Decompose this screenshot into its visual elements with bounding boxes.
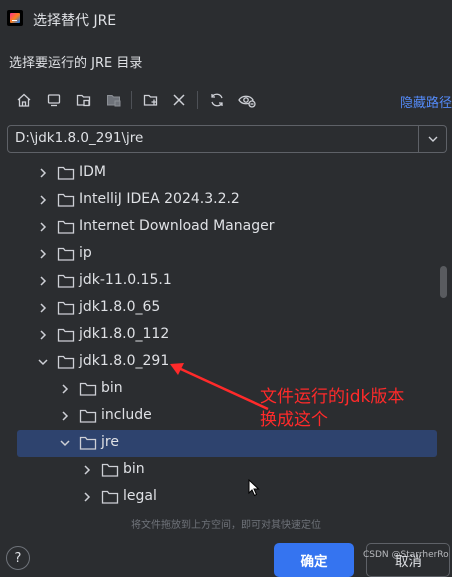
folder-icon — [57, 354, 75, 370]
path-input[interactable] — [15, 130, 405, 146]
annotation-arrow — [170, 363, 269, 411]
hide-path-link[interactable]: 隐藏路径 — [400, 92, 452, 111]
tree-row[interactable]: jre — [17, 430, 437, 457]
annotation-text: 文件运行的jdk版本 换成这个 — [260, 386, 452, 432]
folder-icon — [57, 246, 75, 262]
folder-icon — [101, 489, 119, 505]
annotation-line-2: 换成这个 — [260, 410, 328, 430]
folder-icon — [79, 408, 97, 424]
folder-icon — [57, 300, 75, 316]
folder-icon — [57, 192, 75, 208]
tree-row-label: IntelliJ IDEA 2024.3.2.2 — [79, 191, 240, 207]
tree-row-label: jdk1.8.0_112 — [79, 326, 170, 342]
project-icon[interactable] — [73, 89, 95, 111]
toolbar-separator — [131, 91, 132, 109]
folder-icon — [57, 273, 75, 289]
tree-row[interactable]: IntelliJ IDEA 2024.3.2.2 — [17, 187, 437, 214]
watermark: CSDN @StarrherRo — [363, 550, 449, 560]
toolbar: 隐藏路径 — [0, 86, 452, 114]
tree-row-label: legal — [123, 488, 157, 504]
home-icon[interactable] — [13, 89, 35, 111]
tree-row-label: jdk1.8.0_291 — [79, 353, 170, 369]
chevron-right-icon[interactable] — [36, 328, 50, 342]
help-button[interactable]: ? — [6, 546, 30, 570]
annotation-line-1: 文件运行的jdk版本 — [260, 387, 405, 407]
window-title: 选择替代 JRE — [33, 13, 117, 29]
tree-row-label: Internet Download Manager — [79, 218, 275, 234]
title-bar: 选择替代 JRE — [0, 0, 452, 36]
chevron-right-icon[interactable] — [36, 166, 50, 180]
dialog-subtitle: 选择要运行的 JRE 目录 — [9, 56, 143, 71]
mouse-cursor-icon — [248, 479, 260, 497]
chevron-right-icon[interactable] — [36, 220, 50, 234]
tree-row[interactable]: legal — [17, 484, 437, 511]
chevron-right-icon[interactable] — [58, 409, 72, 423]
chevron-right-icon[interactable] — [36, 301, 50, 315]
cancel-button[interactable]: 取消 — [366, 543, 450, 577]
intellij-app-icon — [7, 10, 23, 26]
ok-button[interactable]: 确定 — [274, 543, 354, 577]
chevron-down-icon[interactable] — [58, 436, 72, 450]
delete-icon[interactable] — [168, 89, 190, 111]
folder-icon — [57, 327, 75, 343]
tree-row-label: include — [101, 407, 152, 423]
tree-row[interactable]: jdk-11.0.15.1 — [17, 268, 437, 295]
new-folder-icon[interactable] — [140, 89, 162, 111]
tree-row-label: jdk-11.0.15.1 — [79, 272, 172, 288]
path-history-dropdown[interactable] — [419, 125, 447, 153]
folder-icon — [79, 381, 97, 397]
desktop-icon[interactable] — [43, 89, 65, 111]
refresh-icon[interactable] — [206, 89, 228, 111]
module-icon[interactable] — [103, 89, 125, 111]
chevron-right-icon[interactable] — [36, 274, 50, 288]
file-tree[interactable]: IDM IntelliJ IDEA 2024.3.2.2 Internet Down… — [5, 159, 445, 512]
folder-icon — [57, 165, 75, 181]
tree-row-label: ip — [79, 245, 92, 261]
show-hidden-icon[interactable] — [236, 89, 258, 111]
tree-row-label: IDM — [79, 164, 106, 180]
tree-row-label: jdk1.8.0_65 — [79, 299, 161, 315]
chevron-right-icon[interactable] — [36, 193, 50, 207]
tree-row[interactable]: ip — [17, 241, 437, 268]
tree-scrollbar[interactable] — [440, 266, 447, 298]
tree-row[interactable]: Internet Download Manager — [17, 214, 437, 241]
folder-icon — [79, 435, 97, 451]
chevron-right-icon[interactable] — [80, 490, 94, 504]
chevron-right-icon[interactable] — [80, 463, 94, 477]
toolbar-separator — [197, 91, 198, 109]
folder-icon — [101, 462, 119, 478]
tree-row-label: jre — [101, 434, 119, 450]
tree-row[interactable]: jdk1.8.0_112 — [17, 322, 437, 349]
tree-row[interactable]: bin — [17, 457, 437, 484]
chevron-down-icon[interactable] — [36, 355, 50, 369]
chevron-down-icon — [428, 136, 437, 142]
folder-icon — [57, 219, 75, 235]
drop-hint: 将文件拖放到上方空间，即可对其快速定位 — [131, 520, 321, 531]
tree-row[interactable]: IDM — [17, 160, 437, 187]
tree-row-label: bin — [123, 461, 145, 477]
chevron-right-icon[interactable] — [58, 382, 72, 396]
tree-row[interactable]: jdk1.8.0_65 — [17, 295, 437, 322]
chevron-right-icon[interactable] — [36, 247, 50, 261]
tree-row-label: bin — [101, 380, 123, 396]
path-field[interactable] — [7, 125, 419, 153]
